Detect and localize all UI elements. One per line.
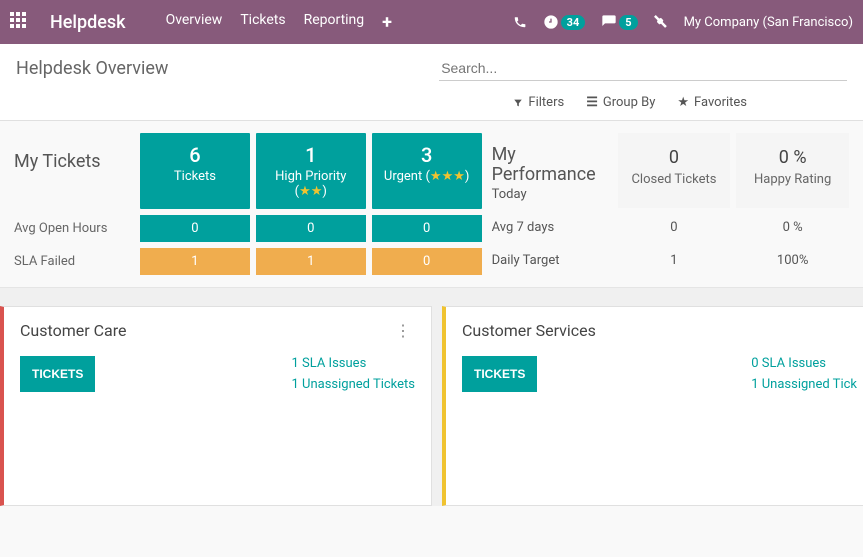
messages-badge: 5 <box>619 15 637 30</box>
link-sla-issues[interactable]: 1 SLA Issues <box>291 356 415 371</box>
teams-kanban: Customer Care ⋮ TICKETS 1 SLA Issues 1 U… <box>0 288 863 506</box>
link-unassigned[interactable]: 1 Unassigned Tickets <box>291 377 415 392</box>
cell[interactable]: 0 <box>140 215 250 242</box>
nav-new-icon[interactable]: + <box>382 12 392 33</box>
favorites-button[interactable]: ★ Favorites <box>677 95 747 110</box>
tools-icon[interactable] <box>654 15 668 29</box>
filters-button[interactable]: Filters <box>513 95 564 110</box>
tickets-button[interactable]: TICKETS <box>462 356 537 392</box>
phone-icon[interactable] <box>513 15 527 29</box>
nav-tickets[interactable]: Tickets <box>240 12 285 33</box>
navbar: Helpdesk Overview Tickets Reporting + 34… <box>0 0 863 44</box>
row-avg-open: Avg Open Hours <box>14 215 134 242</box>
cell: 0 % <box>736 214 849 241</box>
cell[interactable]: 0 <box>256 215 366 242</box>
app-brand[interactable]: Helpdesk <box>50 12 126 33</box>
star-icon: ★★ <box>299 184 322 199</box>
tile-urgent[interactable]: 3 Urgent (★★★) <box>372 133 482 209</box>
cell[interactable]: 0 <box>372 248 482 275</box>
page-title: Helpdesk Overview <box>16 58 423 79</box>
tile-tickets[interactable]: 6 Tickets <box>140 133 250 209</box>
kpi-closed-tickets[interactable]: 0 Closed Tickets <box>618 133 731 208</box>
nav-overview[interactable]: Overview <box>166 12 223 33</box>
apps-icon[interactable] <box>10 12 30 32</box>
nav-right: 34 5 My Company (San Francisco) <box>513 14 853 30</box>
control-panel: Helpdesk Overview Filters ☰ Group By ★ F… <box>0 44 863 121</box>
link-sla-issues[interactable]: 0 SLA Issues <box>751 356 857 371</box>
myperf-title: My Performance Today <box>492 133 612 208</box>
team-name: Customer Care <box>20 321 126 340</box>
activities-icon[interactable]: 34 <box>543 14 586 30</box>
dashboard-stats: My Tickets 6 Tickets 1 High Priority(★★)… <box>0 121 863 288</box>
star-icon: ★★★ <box>430 169 465 184</box>
team-name: Customer Services <box>462 321 596 340</box>
team-card-customer-services[interactable]: Customer Services TICKETS 0 SLA Issues 1… <box>442 306 863 506</box>
messages-icon[interactable]: 5 <box>601 14 637 30</box>
tickets-button[interactable]: TICKETS <box>20 356 95 392</box>
nav-links: Overview Tickets Reporting + <box>166 12 392 33</box>
row-dailytarget: Daily Target <box>492 247 612 274</box>
cell: 100% <box>736 247 849 274</box>
tile-high-priority[interactable]: 1 High Priority(★★) <box>256 133 366 209</box>
cell: 1 <box>618 247 731 274</box>
activities-badge: 34 <box>561 15 586 30</box>
company-switcher[interactable]: My Company (San Francisco) <box>684 15 853 30</box>
team-card-customer-care[interactable]: Customer Care ⋮ TICKETS 1 SLA Issues 1 U… <box>0 306 432 506</box>
cell[interactable]: 1 <box>256 248 366 275</box>
cell[interactable]: 0 <box>372 215 482 242</box>
search-input[interactable] <box>439 56 847 81</box>
link-unassigned[interactable]: 1 Unassigned Tick <box>751 377 857 392</box>
row-avg7: Avg 7 days <box>492 214 612 241</box>
cell[interactable]: 1 <box>140 248 250 275</box>
nav-reporting[interactable]: Reporting <box>304 12 365 33</box>
cell: 0 <box>618 214 731 241</box>
kebab-icon[interactable]: ⋮ <box>391 321 415 340</box>
groupby-button[interactable]: ☰ Group By <box>586 95 655 110</box>
kpi-happy-rating[interactable]: 0 % Happy Rating <box>736 133 849 208</box>
row-sla-failed: SLA Failed <box>14 248 134 275</box>
mytickets-title: My Tickets <box>14 133 134 209</box>
